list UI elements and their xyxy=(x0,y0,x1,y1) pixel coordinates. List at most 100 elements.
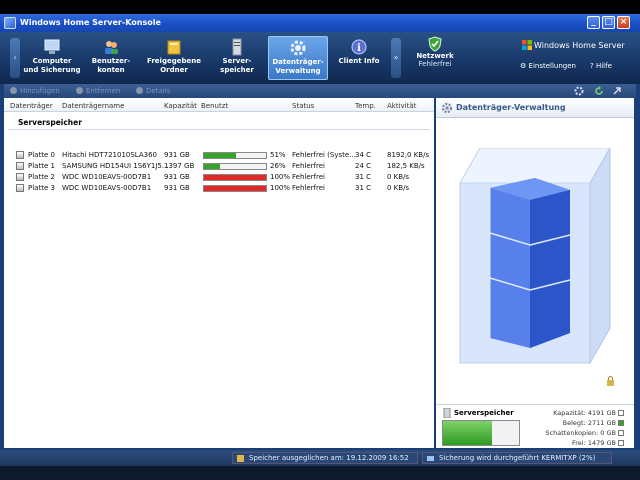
tab-label-line1: Computer xyxy=(32,57,72,65)
col-temp[interactable]: Temp. xyxy=(355,102,376,110)
free-swatch xyxy=(618,440,624,446)
stat-used: Belegt: 2711 GB xyxy=(563,419,624,427)
details-pane-header: Datenträger-Verwaltung xyxy=(436,98,634,118)
arrow-icon[interactable] xyxy=(612,86,622,96)
table-row[interactable]: Platte 2 WDC WD10EAVS-00D7B1 931 GB 100% Feh… xyxy=(4,172,434,183)
activity-cell: 0 KB/s xyxy=(387,173,410,181)
col-used[interactable]: Benutzt xyxy=(201,102,228,110)
maximize-button[interactable]: □ xyxy=(602,16,615,29)
hard-disk-icon xyxy=(16,151,24,159)
server-icon xyxy=(232,38,242,56)
tab-shared-folders[interactable]: Freigegebene Ordner xyxy=(140,36,208,80)
capacity-cell: 931 GB xyxy=(164,173,190,181)
activity-cell: 0 KB/s xyxy=(387,184,410,192)
tab-client-info[interactable]: i Client Info xyxy=(332,36,386,80)
tab-label-line2: speicher xyxy=(220,66,254,74)
storage-balance-icon xyxy=(237,455,244,462)
gear-small-icon[interactable] xyxy=(574,86,584,96)
capacity-swatch xyxy=(618,410,624,416)
group-header: Serverspeicher xyxy=(18,118,82,127)
disk-name-cell: WDC WD10EAVS-00D7B1 xyxy=(62,173,152,181)
col-status[interactable]: Status xyxy=(292,102,314,110)
settings-label: Einstellungen xyxy=(528,62,576,70)
disk-cell: Platte 3 xyxy=(28,184,55,192)
col-capacity[interactable]: Kapazität xyxy=(164,102,197,110)
lock-icon[interactable] xyxy=(606,376,615,386)
usage-bar-fill xyxy=(204,164,221,169)
stat-capacity-value: 4191 GB xyxy=(587,409,616,417)
stat-free-label: Frei: xyxy=(572,439,586,447)
tab-server-storage[interactable]: Server- speicher xyxy=(210,36,264,80)
col-disk-name[interactable]: Datenträgername xyxy=(62,102,124,110)
network-status[interactable]: Netzwerk Fehlerfrei xyxy=(410,36,460,68)
capacity-cell: 1397 GB xyxy=(164,162,195,170)
gear-icon xyxy=(290,40,306,56)
tab-computer-backup[interactable]: Computer und Sicherung xyxy=(22,36,82,80)
details-button[interactable]: Details xyxy=(136,87,170,95)
remove-button[interactable]: Entfernen xyxy=(76,87,120,95)
tab-label-line2: Verwaltung xyxy=(275,67,321,75)
disk-cell: Platte 1 xyxy=(28,162,55,170)
used-swatch xyxy=(618,420,624,426)
settings-icon: ⚙ xyxy=(520,62,527,70)
table-row[interactable]: Platte 3 WDC WD10EAVS-00D7B1 931 GB 100% Feh… xyxy=(4,183,434,194)
used-percent-cell: 100% xyxy=(270,173,291,181)
close-button[interactable]: × xyxy=(617,16,630,29)
add-icon xyxy=(10,87,17,94)
used-percent-cell: 100% xyxy=(270,184,291,192)
stat-capacity: Kapazität: 4191 GB xyxy=(553,409,624,417)
stat-shadow-copies: Schattenkopien: 0 GB xyxy=(545,429,624,437)
col-activity[interactable]: Aktivität xyxy=(387,102,416,110)
nav-scroll-right-button[interactable]: » xyxy=(391,38,401,78)
used-percent-cell: 26% xyxy=(270,162,286,170)
minimize-button[interactable]: _ xyxy=(587,16,600,29)
table-row[interactable]: Platte 0 Hitachi HDT721010SLA360 931 GB 51%… xyxy=(4,150,434,161)
temp-cell: 34 C xyxy=(355,151,372,159)
storage-summary: Serverspeicher Kapazität: 4191 GB Belegt… xyxy=(436,404,634,448)
computer-icon xyxy=(44,39,60,54)
disk-cell: Platte 2 xyxy=(28,173,55,181)
capacity-cell: 931 GB xyxy=(164,184,190,192)
hard-disk-icon xyxy=(16,162,24,170)
status-balance: Speicher ausgeglichen am: 19.12.2009 16:… xyxy=(232,452,418,464)
status-backup: Sicherung wird durchgeführt KERMITXP (2%… xyxy=(422,452,612,464)
storage-cube-visual xyxy=(459,148,611,365)
disk-cell: Platte 0 xyxy=(28,151,55,159)
col-disk[interactable]: Datenträger xyxy=(10,102,53,110)
status-backup-text: Sicherung wird durchgeführt KERMITXP (2%… xyxy=(439,454,596,462)
title-bar[interactable]: Windows Home Server-Konsole _ □ × xyxy=(0,14,640,32)
nav-scroll-left-button[interactable]: ‹ xyxy=(10,38,20,78)
status-bar: Speicher ausgeglichen am: 19.12.2009 16:… xyxy=(0,450,640,466)
temp-cell: 31 C xyxy=(355,173,372,181)
add-button[interactable]: Hinzufügen xyxy=(10,87,60,95)
status-cell: Fehlerfrei xyxy=(292,173,325,181)
network-label: Netzwerk xyxy=(416,52,454,60)
add-label: Hinzufügen xyxy=(20,87,60,95)
storage-usage-bar xyxy=(442,420,520,446)
stat-free: Frei: 1479 GB xyxy=(572,439,624,447)
shadow-swatch xyxy=(618,430,624,436)
details-icon xyxy=(136,87,143,94)
refresh-icon[interactable] xyxy=(594,86,604,96)
shield-check-icon xyxy=(428,36,442,52)
disk-list-panel: Datenträger Datenträgername Kapazität Be… xyxy=(4,98,434,448)
temp-cell: 24 C xyxy=(355,162,372,170)
remove-label: Entfernen xyxy=(86,87,121,95)
activity-cell: 182,5 KB/s xyxy=(387,162,425,170)
details-label: Details xyxy=(146,87,171,95)
status-cell: Fehlerfrei xyxy=(292,184,325,192)
usage-bar-fill xyxy=(204,186,266,191)
folder-icon xyxy=(167,40,181,55)
tab-label-line2: Ordner xyxy=(160,66,188,74)
usage-bar-fill xyxy=(204,153,236,158)
tab-disk-management[interactable]: Datenträger- Verwaltung xyxy=(268,36,328,80)
tab-user-accounts[interactable]: Benutzer- konten xyxy=(84,36,138,80)
remove-icon xyxy=(76,87,83,94)
tab-label-line2: und Sicherung xyxy=(23,66,81,74)
help-link[interactable]: ? Hilfe xyxy=(590,62,612,70)
brand-text: Windows Home Server xyxy=(534,41,625,50)
settings-link[interactable]: ⚙ Einstellungen xyxy=(520,62,576,70)
table-row[interactable]: Platte 1 SAMSUNG HD154UI 1S6Y1J5... 1397 G… xyxy=(4,161,434,172)
navigation-bar: ‹ Computer und Sicherung Benutzer- konte… xyxy=(0,32,640,84)
capacity-cell: 931 GB xyxy=(164,151,190,159)
